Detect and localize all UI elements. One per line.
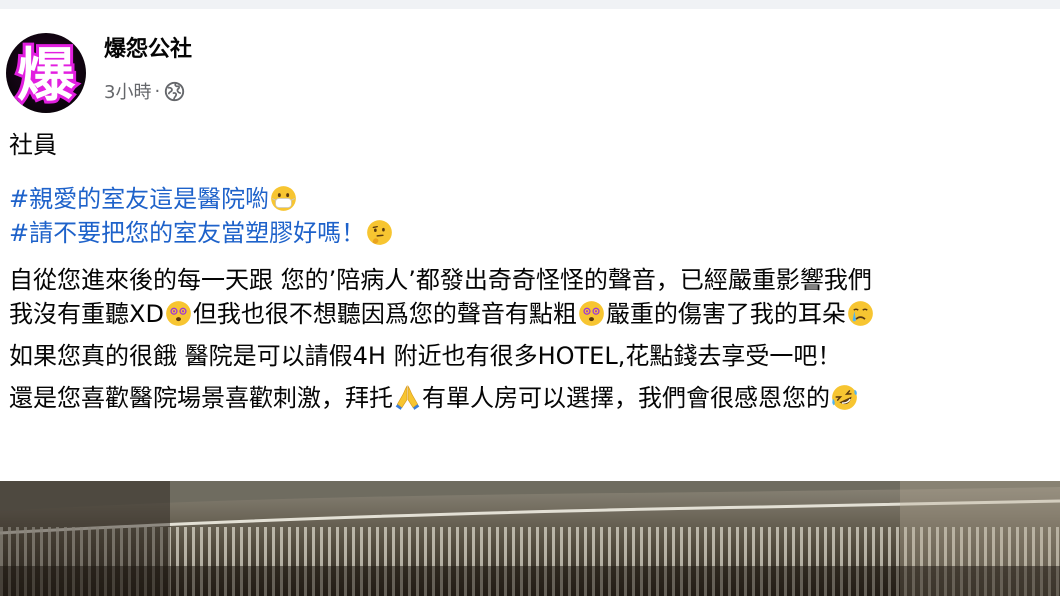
page-name-link[interactable]: 爆怨公社 — [104, 35, 192, 65]
hashtag-link-roommate[interactable]: #請不要把您的室友當塑膠好嗎！ — [9, 219, 365, 247]
post-line-7-part-b: 有單人房可以選擇，我們會很感恩您的 — [422, 384, 830, 412]
thinking-face-icon — [367, 220, 392, 245]
hashtag-link-hospital[interactable]: #親愛的室友這是醫院喲 — [9, 185, 269, 213]
post-line-5-part-b: 但我也很不想聽因爲您的聲音有點粗 — [192, 300, 577, 328]
post-line-7-part-a: 還是您喜歡醫院場景喜歡刺激，拜托 — [9, 384, 393, 412]
post-line-4: 自從您進來後的每一天跟 您的’陪病人’都發出奇奇怪怪的聲音，已經嚴重影響我們 — [9, 266, 872, 294]
post-meta: 3小時 · — [104, 77, 185, 105]
avatar-logo: 爆 — [14, 38, 79, 112]
face-with-spiral-eyes-icon — [166, 301, 191, 326]
post-timestamp-link[interactable]: 3小時 — [104, 78, 151, 104]
post-line-6: 如果您真的很餓 醫院是可以請假4H 附近也有很多HOTEL,花點錢去享受一吧！ — [9, 342, 842, 370]
post-line-5-part-a: 我沒有重聽XD — [9, 300, 164, 328]
avatar[interactable]: 爆 — [6, 33, 86, 113]
rolling-on-floor-laughing-icon — [832, 385, 857, 410]
post-photo[interactable] — [0, 481, 1060, 596]
hashtag-line-2: #請不要把您的室友當塑膠好嗎！ — [9, 216, 1060, 250]
face-with-spiral-eyes-icon — [579, 301, 604, 326]
globe-icon[interactable] — [164, 81, 185, 102]
feed-top-divider — [0, 0, 1060, 9]
meta-separator: · — [154, 80, 161, 102]
post-line-5-part-c: 嚴重的傷害了我的耳朵 — [605, 300, 846, 328]
post-body: 社員 #親愛的室友這是醫院喲 #請不要把您的室友當塑膠好嗎！ 自從您進來後的每一… — [9, 128, 1060, 415]
crying-face-icon — [848, 301, 873, 326]
hashtag-line-1: #親愛的室友這是醫院喲 — [9, 182, 1060, 216]
post-line-5: 我沒有重聽XD 但我也很不想聽因爲您的聲音有點粗 嚴重的傷害了我的耳朵 — [9, 297, 1060, 331]
post-line-7: 還是您喜歡醫院場景喜歡刺激，拜托 有單人房可以選擇，我們會很感恩您的 — [9, 381, 1060, 415]
post-line-1: 社員 — [9, 131, 57, 159]
post-photo-image — [0, 481, 1060, 596]
folded-hands-icon — [395, 385, 420, 410]
face-with-medical-mask-icon — [271, 186, 296, 211]
avatar-glyph: 爆 — [17, 41, 76, 109]
